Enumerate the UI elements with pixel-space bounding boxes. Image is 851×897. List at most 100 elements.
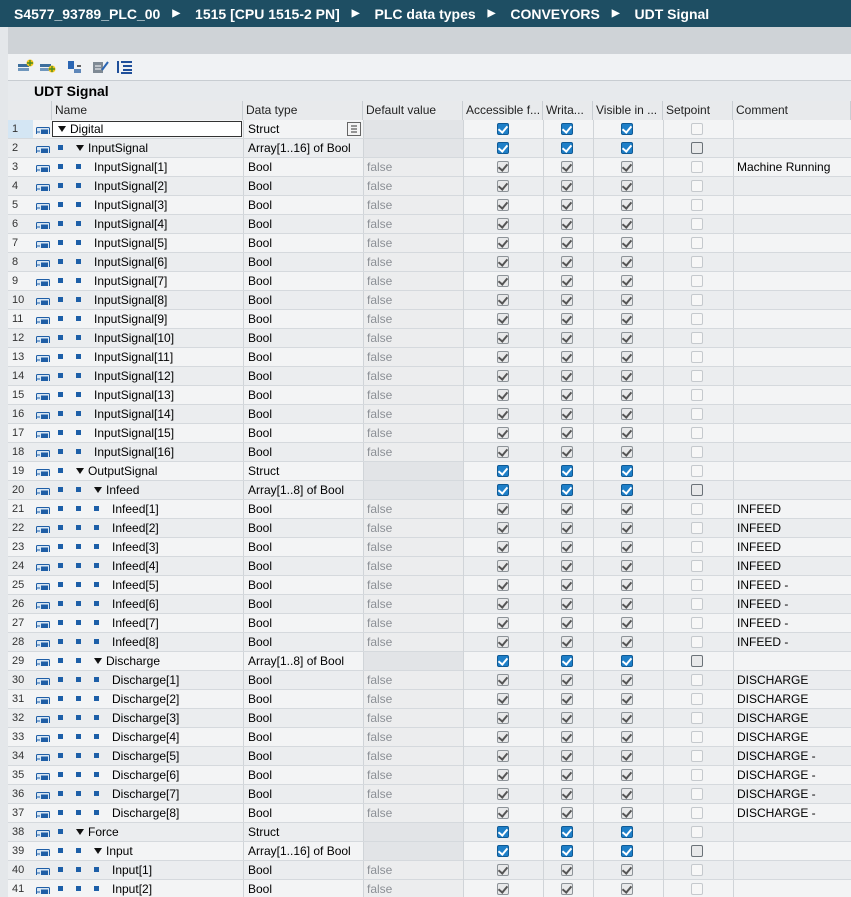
setpoint-checkbox[interactable] — [691, 598, 703, 610]
data-type-cell[interactable]: Bool — [243, 272, 362, 290]
setpoint-checkbox[interactable] — [691, 123, 703, 135]
table-row[interactable]: 23 Infeed[3] Bool false INFEED — [8, 538, 851, 557]
visible-checkbox[interactable] — [621, 617, 633, 629]
default-value-cell[interactable] — [363, 139, 463, 157]
setpoint-checkbox[interactable] — [691, 750, 703, 762]
writable-checkbox[interactable] — [561, 712, 573, 724]
table-row[interactable]: 21 Infeed[1] Bool false INFEED — [8, 500, 851, 519]
comment-cell[interactable] — [733, 272, 851, 290]
table-row[interactable]: 26 Infeed[6] Bool false INFEED - — [8, 595, 851, 614]
default-value-cell[interactable]: false — [363, 728, 463, 746]
tag-name[interactable]: Infeed[5] — [112, 576, 159, 594]
accessible-checkbox[interactable] — [497, 617, 509, 629]
table-row[interactable]: 41 Input[2] Bool false — [8, 880, 851, 897]
comment-cell[interactable]: INFEED - — [733, 633, 851, 651]
comment-cell[interactable]: DISCHARGE - — [733, 785, 851, 803]
data-type-cell[interactable]: Bool — [243, 633, 362, 651]
writable-checkbox[interactable] — [561, 218, 573, 230]
setpoint-checkbox[interactable] — [691, 522, 703, 534]
accessible-checkbox[interactable] — [497, 313, 509, 325]
data-type-cell[interactable]: Bool — [243, 557, 362, 575]
comment-cell[interactable]: INFEED — [733, 519, 851, 537]
default-value-cell[interactable]: false — [363, 253, 463, 271]
default-value-cell[interactable]: false — [363, 880, 463, 897]
accessible-checkbox[interactable] — [497, 370, 509, 382]
comment-cell[interactable] — [733, 652, 851, 670]
row-number[interactable]: 8 — [8, 253, 33, 271]
default-value-cell[interactable]: false — [363, 177, 463, 195]
tag-name[interactable]: Input[1] — [112, 861, 152, 879]
data-type-cell[interactable]: Bool — [243, 671, 362, 689]
table-row[interactable]: 11 InputSignal[9] Bool false — [8, 310, 851, 329]
setpoint-checkbox[interactable] — [691, 864, 703, 876]
breadcrumb-plc-data-types[interactable]: PLC data types — [375, 6, 476, 22]
row-number[interactable]: 29 — [8, 652, 33, 670]
default-value-cell[interactable] — [363, 120, 463, 138]
data-type-cell[interactable]: Array[1..16] of Bool — [243, 842, 362, 860]
comment-cell[interactable]: DISCHARGE - — [733, 766, 851, 784]
tag-name[interactable]: InputSignal[4] — [94, 215, 167, 233]
data-type-cell[interactable]: Bool — [243, 405, 362, 423]
writable-checkbox[interactable] — [561, 370, 573, 382]
row-number[interactable]: 15 — [8, 386, 33, 404]
visible-checkbox[interactable] — [621, 541, 633, 553]
default-value-cell[interactable]: false — [363, 196, 463, 214]
comment-cell[interactable]: DISCHARGE - — [733, 804, 851, 822]
tag-name[interactable]: Discharge[8] — [112, 804, 179, 822]
settings-list-icon[interactable] — [115, 58, 135, 76]
default-value-cell[interactable]: false — [363, 443, 463, 461]
row-number[interactable]: 18 — [8, 443, 33, 461]
table-row[interactable]: 27 Infeed[7] Bool false INFEED - — [8, 614, 851, 633]
row-number[interactable]: 20 — [8, 481, 33, 499]
setpoint-checkbox[interactable] — [691, 579, 703, 591]
default-value-cell[interactable]: false — [363, 804, 463, 822]
setpoint-checkbox[interactable] — [691, 655, 703, 667]
breadcrumb-project[interactable]: S4577_93789_PLC_00 — [14, 6, 160, 22]
comment-cell[interactable]: INFEED — [733, 557, 851, 575]
comment-cell[interactable] — [733, 120, 851, 138]
expand-icon[interactable] — [65, 58, 85, 76]
table-row[interactable]: 28 Infeed[8] Bool false INFEED - — [8, 633, 851, 652]
default-value-cell[interactable]: false — [363, 785, 463, 803]
data-type-cell[interactable]: Bool — [243, 747, 362, 765]
table-row[interactable]: 17 InputSignal[15] Bool false — [8, 424, 851, 443]
table-row[interactable]: 15 InputSignal[13] Bool false — [8, 386, 851, 405]
data-type-cell[interactable]: Bool — [243, 291, 362, 309]
accessible-checkbox[interactable] — [497, 674, 509, 686]
expand-triangle-icon[interactable] — [76, 468, 84, 474]
setpoint-checkbox[interactable] — [691, 294, 703, 306]
row-number[interactable]: 6 — [8, 215, 33, 233]
visible-checkbox[interactable] — [621, 256, 633, 268]
accessible-checkbox[interactable] — [497, 351, 509, 363]
default-value-cell[interactable]: false — [363, 158, 463, 176]
setpoint-checkbox[interactable] — [691, 389, 703, 401]
writable-checkbox[interactable] — [561, 294, 573, 306]
comment-cell[interactable]: DISCHARGE — [733, 690, 851, 708]
header-visible[interactable]: Visible in ... — [593, 101, 663, 120]
expand-triangle-icon[interactable] — [94, 848, 102, 854]
writable-checkbox[interactable] — [561, 332, 573, 344]
default-value-cell[interactable]: false — [363, 348, 463, 366]
accessible-checkbox[interactable] — [497, 826, 509, 838]
writable-checkbox[interactable] — [561, 389, 573, 401]
tag-name[interactable]: Discharge[4] — [112, 728, 179, 746]
default-value-cell[interactable] — [363, 842, 463, 860]
tag-name[interactable]: Discharge[6] — [112, 766, 179, 784]
data-type-cell[interactable]: Bool — [243, 861, 362, 879]
row-number[interactable]: 21 — [8, 500, 33, 518]
table-row[interactable]: 20 Infeed Array[1..8] of Bool — [8, 481, 851, 500]
default-value-cell[interactable]: false — [363, 576, 463, 594]
accessible-checkbox[interactable] — [497, 522, 509, 534]
visible-checkbox[interactable] — [621, 655, 633, 667]
visible-checkbox[interactable] — [621, 826, 633, 838]
visible-checkbox[interactable] — [621, 389, 633, 401]
accessible-checkbox[interactable] — [497, 408, 509, 420]
row-number[interactable]: 27 — [8, 614, 33, 632]
tag-name[interactable]: Infeed[7] — [112, 614, 159, 632]
setpoint-checkbox[interactable] — [691, 446, 703, 458]
comment-cell[interactable] — [733, 234, 851, 252]
table-row[interactable]: 30 Discharge[1] Bool false DISCHARGE — [8, 671, 851, 690]
breadcrumb-udt-signal[interactable]: UDT Signal — [635, 6, 710, 22]
table-row[interactable]: 40 Input[1] Bool false — [8, 861, 851, 880]
accessible-checkbox[interactable] — [497, 446, 509, 458]
